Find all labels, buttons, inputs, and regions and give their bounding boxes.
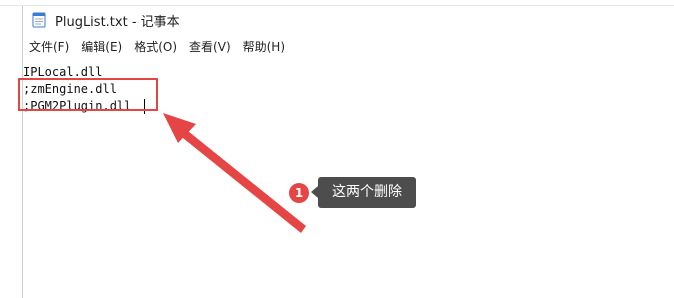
- annotation-arrow: [163, 113, 306, 233]
- step-number-badge: 1: [289, 183, 309, 203]
- callout-label: 这两个删除: [318, 177, 416, 208]
- callout-pointer: [311, 186, 318, 198]
